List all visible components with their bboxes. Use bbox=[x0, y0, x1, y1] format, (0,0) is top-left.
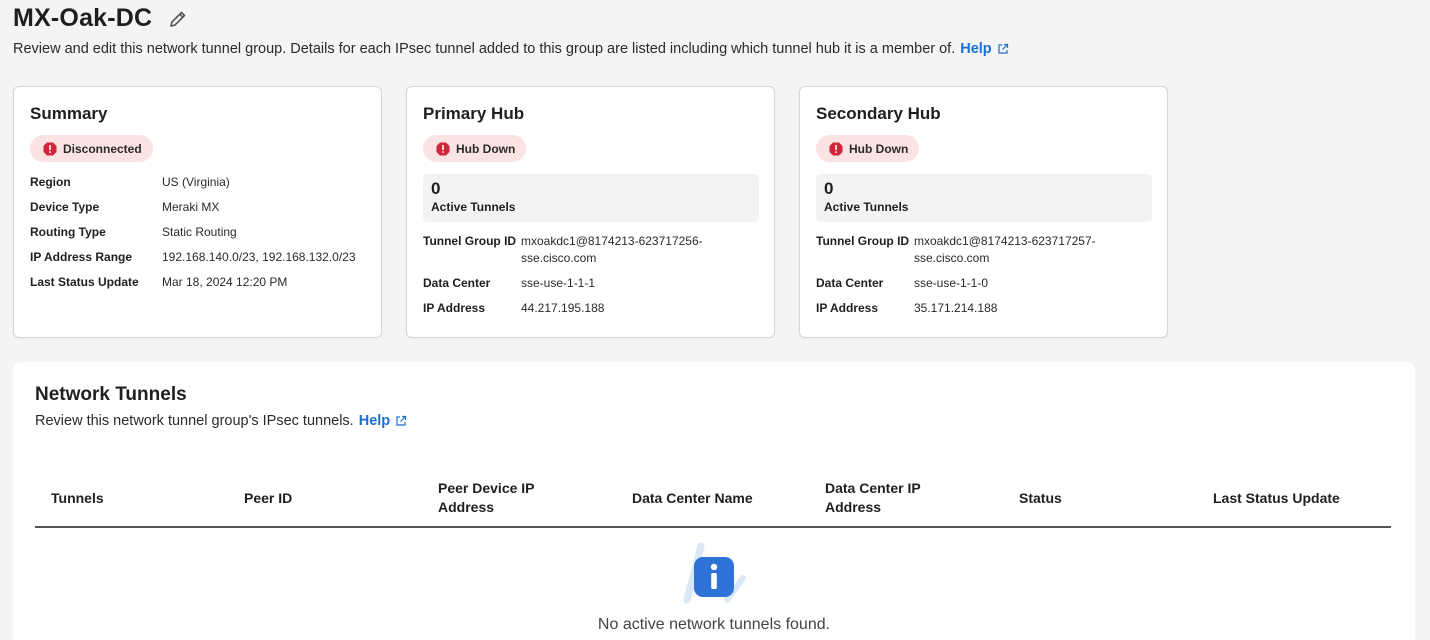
field-label: Data Center bbox=[816, 276, 884, 290]
status-badge-label: Disconnected bbox=[63, 141, 142, 156]
active-tunnels-box: 0 Active Tunnels bbox=[423, 174, 759, 222]
error-icon bbox=[829, 142, 843, 156]
column-header-peer-device-ip[interactable]: Peer Device IP Address bbox=[438, 470, 558, 526]
field-value: Meraki MX bbox=[162, 200, 220, 214]
active-tunnels-count: 0 bbox=[431, 179, 441, 198]
field-value: 44.217.195.188 bbox=[521, 301, 605, 315]
active-tunnels-label: Active Tunnels bbox=[824, 200, 909, 214]
summary-card: Summary Disconnected Region US (Virginia… bbox=[13, 86, 382, 338]
summary-row-ip-range: IP Address Range 192.168.140.0/23, 192.1… bbox=[30, 250, 356, 264]
page-title: MX-Oak-DC bbox=[13, 4, 153, 32]
empty-state: No active network tunnels found. bbox=[13, 542, 1415, 634]
active-tunnels-box: 0 Active Tunnels bbox=[816, 174, 1152, 222]
summary-title: Summary bbox=[30, 104, 108, 123]
hub-status-label: Hub Down bbox=[456, 141, 516, 156]
field-label: Last Status Update bbox=[30, 275, 139, 289]
edit-icon[interactable] bbox=[167, 8, 189, 30]
column-header-data-center-name[interactable]: Data Center Name bbox=[632, 470, 802, 526]
field-label: Tunnel Group ID bbox=[816, 234, 910, 248]
status-badge: Disconnected bbox=[30, 135, 153, 162]
field-label: IP Address bbox=[816, 301, 879, 315]
hub-status-label: Hub Down bbox=[849, 141, 909, 156]
tunnel-group-id-row: Tunnel Group ID mxoakdc1@8174213-6237172… bbox=[816, 233, 1114, 267]
secondary-hub-title: Secondary Hub bbox=[816, 104, 941, 123]
field-value: 192.168.140.0/23, 192.168.132.0/23 bbox=[162, 250, 356, 264]
field-value: sse-use-1-1-1 bbox=[521, 276, 596, 290]
field-value: mxoakdc1@8174213-623717257-sse.cisco.com bbox=[914, 234, 1096, 265]
field-label: Region bbox=[30, 175, 71, 189]
active-tunnels-count: 0 bbox=[824, 179, 834, 198]
help-link-label: Help bbox=[358, 413, 391, 429]
primary-hub-card: Primary Hub Hub Down 0 Active Tunnels Tu… bbox=[406, 86, 775, 338]
network-tunnels-subtitle: Review this network tunnel group's IPsec… bbox=[35, 413, 407, 429]
field-value: Mar 18, 2024 12:20 PM bbox=[162, 275, 288, 289]
external-link-icon bbox=[997, 43, 1009, 55]
summary-row-last-status: Last Status Update Mar 18, 2024 12:20 PM bbox=[30, 275, 287, 289]
network-tunnels-description: Review this network tunnel group's IPsec… bbox=[35, 413, 354, 429]
secondary-hub-card: Secondary Hub Hub Down 0 Active Tunnels … bbox=[799, 86, 1168, 338]
ip-address-row: IP Address 35.171.214.188 bbox=[816, 300, 1114, 317]
primary-hub-title: Primary Hub bbox=[423, 104, 525, 123]
page-description: Review and edit this network tunnel grou… bbox=[13, 41, 956, 57]
data-center-row: Data Center sse-use-1-1-0 bbox=[816, 275, 1114, 292]
hub-status-badge: Hub Down bbox=[423, 135, 527, 162]
field-value: Static Routing bbox=[162, 225, 237, 239]
field-value: 35.171.214.188 bbox=[914, 301, 998, 315]
field-label: Tunnel Group ID bbox=[423, 234, 517, 248]
summary-row-routing-type: Routing Type Static Routing bbox=[30, 225, 237, 239]
page: MX-Oak-DC Review and edit this network t… bbox=[0, 0, 1430, 640]
tunnels-table-header: Tunnels Peer ID Peer Device IP Address D… bbox=[35, 470, 1391, 528]
column-header-tunnels[interactable]: Tunnels bbox=[51, 470, 221, 526]
help-link-label: Help bbox=[960, 41, 992, 57]
column-header-peer-id[interactable]: Peer ID bbox=[244, 470, 414, 526]
summary-row-region: Region US (Virginia) bbox=[30, 175, 230, 189]
network-tunnels-panel: Network Tunnels Review this network tunn… bbox=[13, 362, 1415, 640]
ip-address-row: IP Address 44.217.195.188 bbox=[423, 300, 721, 317]
error-icon bbox=[436, 142, 450, 156]
page-subtitle: Review and edit this network tunnel grou… bbox=[13, 41, 1009, 57]
field-label: Data Center bbox=[423, 276, 491, 290]
column-header-status[interactable]: Status bbox=[1019, 470, 1189, 526]
field-label: Routing Type bbox=[30, 225, 106, 239]
error-icon bbox=[43, 142, 57, 156]
active-tunnels-label: Active Tunnels bbox=[431, 200, 516, 214]
empty-state-message: No active network tunnels found. bbox=[597, 616, 831, 633]
field-label: IP Address Range bbox=[30, 250, 133, 264]
field-label: Device Type bbox=[30, 200, 100, 214]
hub-status-badge: Hub Down bbox=[816, 135, 920, 162]
network-tunnels-title: Network Tunnels bbox=[35, 384, 187, 405]
help-link[interactable]: Help bbox=[960, 41, 1008, 57]
help-link[interactable]: Help bbox=[359, 413, 407, 429]
column-header-last-status-update[interactable]: Last Status Update bbox=[1213, 470, 1383, 526]
field-value: US (Virginia) bbox=[162, 175, 230, 189]
summary-row-device-type: Device Type Meraki MX bbox=[30, 200, 219, 214]
column-header-data-center-ip[interactable]: Data Center IP Address bbox=[825, 470, 945, 526]
field-value: mxoakdc1@8174213-623717256-sse.cisco.com bbox=[521, 234, 703, 265]
title-row: MX-Oak-DC bbox=[13, 4, 189, 33]
field-value: sse-use-1-1-0 bbox=[914, 276, 989, 290]
data-center-row: Data Center sse-use-1-1-1 bbox=[423, 275, 721, 292]
info-icon bbox=[679, 542, 749, 606]
external-link-icon bbox=[395, 415, 407, 427]
field-label: IP Address bbox=[423, 301, 486, 315]
tunnel-group-id-row: Tunnel Group ID mxoakdc1@8174213-6237172… bbox=[423, 233, 721, 267]
